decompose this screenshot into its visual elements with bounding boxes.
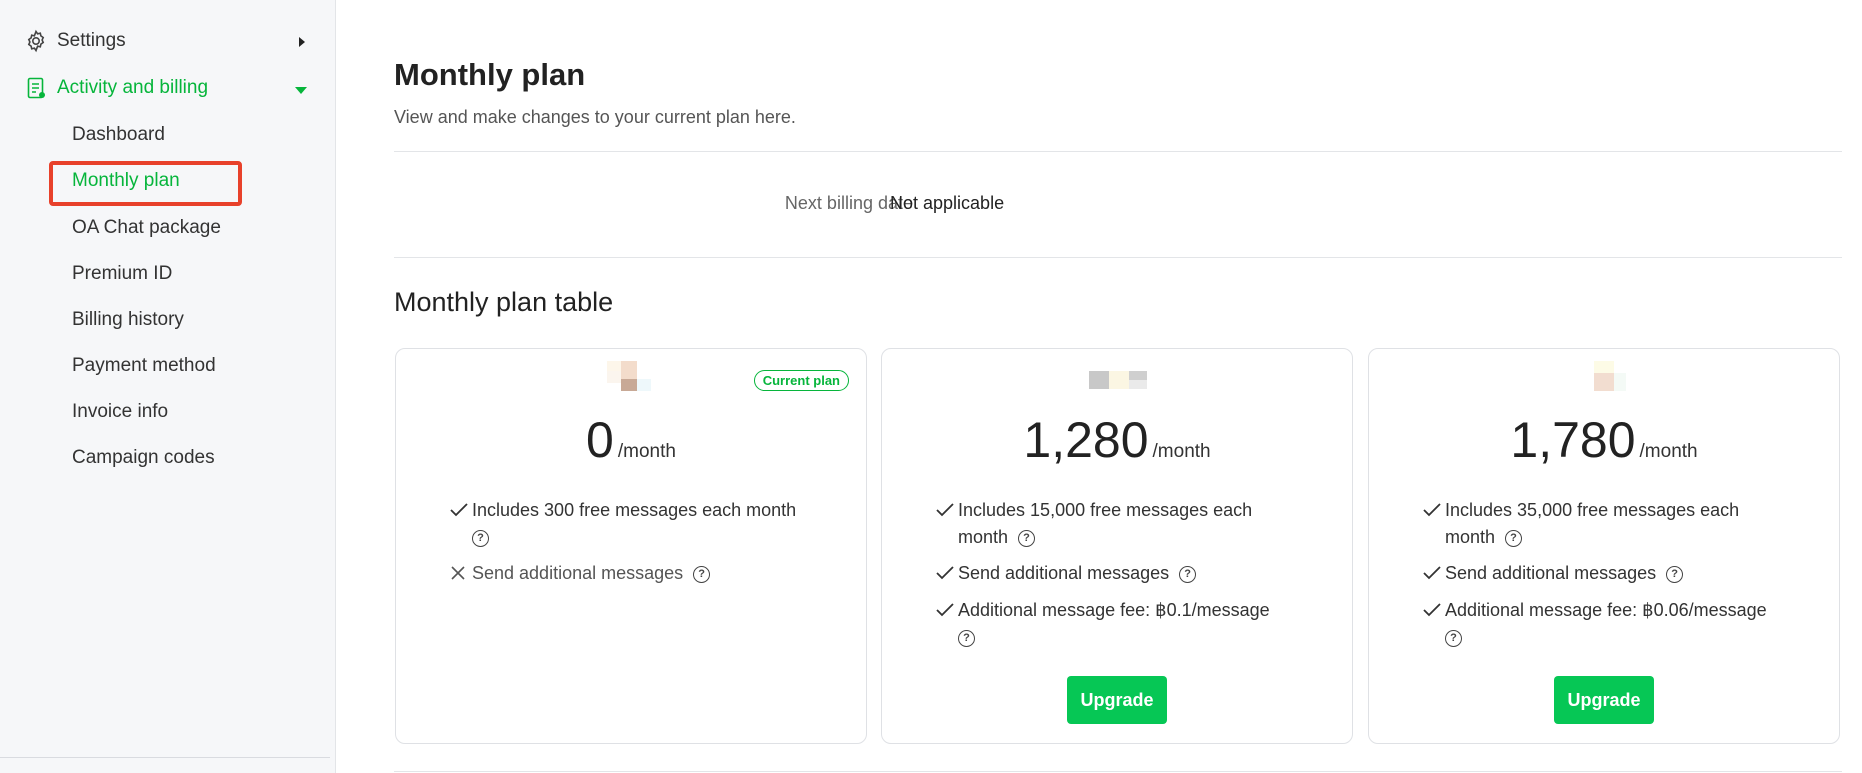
plan-card-pro: 1,780/month Includes 35,000 free message… [1368,348,1840,744]
question-circle-icon[interactable]: ? [472,529,489,547]
current-plan-badge: Current plan [753,370,849,391]
feature-text: Includes 300 free messages each month [472,500,797,520]
check-icon [936,497,958,551]
feature-text: Includes 35,000 free messages each month [1445,500,1740,547]
plan-table-title: Monthly plan table [394,287,614,317]
question-circle-icon[interactable]: ? [1666,565,1684,583]
plan-feature: Includes 15,000 free messages each month… [936,497,1306,551]
plan-feature: Additional message fee: ฿0.06/message? [1423,597,1793,651]
price-row: 1,280/month [882,411,1352,469]
sidebar-item-campaign-codes[interactable]: Campaign codes [72,447,215,469]
divider [0,757,330,758]
check-icon [936,597,958,651]
plan-card-basic: 1,280/month Includes 15,000 free message… [881,348,1353,744]
sidebar-item-activity-billing[interactable]: Activity and billing [23,75,208,101]
sidebar-item-label: Settings [57,30,126,51]
divider [394,771,1842,772]
plan-feature: Send additional messages? [936,560,1306,587]
check-icon [1423,560,1445,587]
sidebar-item-label: Activity and billing [57,77,209,98]
caret-down-icon[interactable] [294,85,308,95]
document-icon [23,75,49,101]
question-circle-icon[interactable]: ? [1179,565,1197,583]
sidebar-item-premium-id[interactable]: Premium ID [72,263,172,285]
cross-icon [450,560,472,587]
sidebar-item-billing-history[interactable]: Billing history [72,309,184,331]
plan-feature: Send additional messages? [450,560,820,587]
question-circle-icon[interactable]: ? [1505,529,1523,547]
sidebar-item-payment-method[interactable]: Payment method [72,355,216,377]
check-icon [1423,497,1445,551]
feature-text: Additional message fee: ฿0.06/message [1445,600,1767,620]
plan-logo [1089,371,1147,389]
feature-text: Send additional messages [472,563,684,583]
sidebar: Settings Activity and billing Dashboard … [0,0,336,773]
billing-date-label: Next billing date [784,193,913,213]
question-circle-icon[interactable]: ? [1445,629,1462,647]
sidebar-item-settings[interactable]: Settings [23,28,126,54]
main-content: Monthly plan View and make changes to yo… [394,0,1842,773]
plan-card-free: Current plan 0/month Includes 300 free m… [395,348,867,744]
page-subtitle: View and make changes to your current pl… [394,107,796,127]
plan-feature: Additional message fee: ฿0.1/message? [936,597,1306,651]
sidebar-item-oa-chat-package[interactable]: OA Chat package [72,217,221,239]
gear-icon [23,28,49,54]
billing-date-value: Not applicable [890,193,1005,213]
plan-feature: Includes 35,000 free messages each month… [1423,497,1793,551]
feature-text: Includes 15,000 free messages each month [958,500,1253,547]
sidebar-item-invoice-info[interactable]: Invoice info [72,401,168,423]
sidebar-item-dashboard[interactable]: Dashboard [72,124,165,146]
plan-logo [607,361,651,391]
price-period: /month [617,441,676,462]
plan-logo [1594,361,1626,391]
price-row: 0/month [396,411,866,469]
price-row: 1,780/month [1369,411,1839,469]
plan-price: 0 [586,412,614,468]
price-period: /month [1152,441,1211,462]
selection-highlight [49,161,242,206]
check-icon [1423,597,1445,651]
question-circle-icon[interactable]: ? [1018,529,1036,547]
feature-text: Additional message fee: ฿0.1/message [958,600,1270,620]
upgrade-button[interactable]: Upgrade [1067,676,1167,724]
page-title: Monthly plan [394,57,586,92]
price-period: /month [1639,441,1698,462]
upgrade-button[interactable]: Upgrade [1554,676,1654,724]
feature-text: Send additional messages [958,563,1170,583]
plan-price: 1,780 [1510,412,1636,468]
caret-right-icon[interactable] [297,36,307,48]
plan-feature: Includes 300 free messages each month? [450,497,820,551]
feature-text: Send additional messages [1445,563,1657,583]
question-circle-icon[interactable]: ? [693,565,711,583]
check-icon [450,497,472,551]
plan-feature: Send additional messages? [1423,560,1793,587]
question-circle-icon[interactable]: ? [958,629,975,647]
check-icon [936,560,958,587]
divider [394,151,1842,152]
divider [394,257,1842,258]
plan-price: 1,280 [1023,412,1149,468]
